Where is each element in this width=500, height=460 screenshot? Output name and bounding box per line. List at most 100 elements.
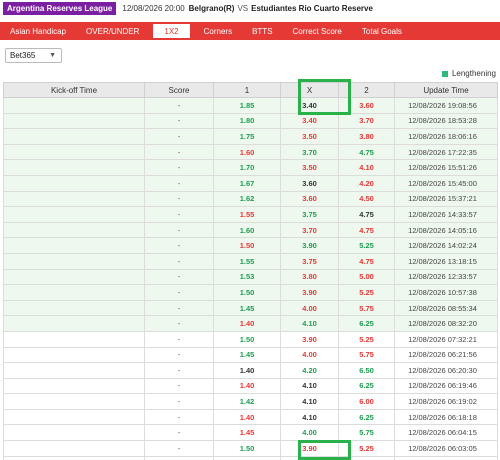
col-header-score: Score xyxy=(144,82,214,98)
home-odds-cell: 1.53 xyxy=(213,268,281,286)
bookmaker-select[interactable]: Bet365 ▼ xyxy=(5,48,62,63)
table-row: -1.404.106.2512/08/2026 05:22:17 xyxy=(3,455,498,460)
update-time-cell: 12/08/2026 06:20:30 xyxy=(394,362,498,379)
update-time-cell: 12/08/2026 06:18:18 xyxy=(394,408,498,426)
vs-label: VS xyxy=(237,4,249,13)
market-tabs: Asian Handicap OVER/UNDER 1X2 Corners BTTS Co… xyxy=(0,22,500,40)
update-time-cell: 12/08/2026 15:51:26 xyxy=(394,159,498,176)
kickoff-cell xyxy=(3,346,145,364)
score-cell: - xyxy=(144,424,214,442)
kickoff-cell xyxy=(3,377,145,395)
away-team[interactable]: Estudiantes Rio Cuarto Reserve xyxy=(251,4,373,13)
table-row: -1.45 4.00 5.75 12/08/2026 08:55:34 xyxy=(3,299,498,317)
home-team[interactable]: Belgrano(R) xyxy=(189,4,235,13)
table-row: -1.40 4.10 6.25 12/08/2026 06:19:46 xyxy=(3,377,498,395)
draw-odds-cell: 3.70 xyxy=(280,221,339,239)
score-cell: - xyxy=(144,315,214,332)
home-odds-cell: 1.60 xyxy=(213,221,281,239)
draw-odds-cell: 4.10 xyxy=(280,408,339,426)
table-row: -1.70 3.50 4.10 12/08/2026 15:51:26 xyxy=(3,159,498,176)
draw-odds-cell: 4.10 xyxy=(280,455,339,460)
kickoff-cell xyxy=(3,237,145,254)
kickoff-cell xyxy=(3,299,145,317)
home-odds-cell: 1.50 xyxy=(213,330,281,348)
score-cell: - xyxy=(144,346,214,364)
kickoff-cell xyxy=(3,128,145,145)
update-time-cell: 12/08/2026 18:53:28 xyxy=(394,112,498,130)
tab-over-under[interactable]: OVER/UNDER xyxy=(76,22,149,40)
kickoff-cell xyxy=(3,221,145,239)
tab-asian-handicap[interactable]: Asian Handicap xyxy=(0,22,76,40)
away-odds-cell: 5.75 xyxy=(338,299,395,317)
table-row: -1.50 3.90 5.25 12/08/2026 07:32:21 xyxy=(3,330,498,348)
home-odds-cell: 1.60 xyxy=(213,143,281,161)
update-time-cell: 12/08/2026 12:33:57 xyxy=(394,268,498,286)
update-time-cell: 12/08/2026 06:04:15 xyxy=(394,424,498,442)
draw-odds-cell: 3.60 xyxy=(280,190,339,208)
score-cell: - xyxy=(144,330,214,348)
col-header-away: 2 xyxy=(338,82,395,98)
kickoff-cell xyxy=(3,190,145,208)
tab-btts[interactable]: BTTS xyxy=(242,22,282,40)
draw-odds-cell: 4.20 xyxy=(280,362,339,379)
bookmaker-select-value: Bet365 xyxy=(10,51,36,60)
update-time-cell: 12/08/2026 19:08:56 xyxy=(394,97,498,114)
table-row: -1.40 4.10 6.25 12/08/2026 06:18:18 xyxy=(3,408,498,426)
away-odds-cell: 3.80 xyxy=(338,128,395,145)
table-header-row: Kick-off Time Score 1 X 2 Update Time xyxy=(3,82,498,98)
kickoff-cell xyxy=(3,174,145,192)
draw-odds-cell: 4.10 xyxy=(280,315,339,332)
update-time-cell: 12/08/2026 14:33:57 xyxy=(394,206,498,223)
tab-correct-score[interactable]: Correct Score xyxy=(283,22,352,40)
kickoff-cell xyxy=(3,112,145,130)
table-row: -1.45 4.00 5.75 12/08/2026 06:04:15 xyxy=(3,424,498,442)
table-row: -1.80 3.40 3.70 12/08/2026 18:53:28 xyxy=(3,112,498,130)
table-row: -1.50 3.90 5.25 12/08/2026 14:02:24 xyxy=(3,237,498,254)
table-row: -1.85 3.40 3.60 12/08/2026 19:08:56 xyxy=(3,97,498,114)
league-badge[interactable]: Argentina Reserves League xyxy=(3,2,117,15)
home-odds-cell: 1.40 xyxy=(213,315,281,332)
table-row: -1.40 4.20 6.50 12/08/2026 06:20:30 xyxy=(3,362,498,379)
table-row: -1.55 3.75 4.75 12/08/2026 14:33:57 xyxy=(3,206,498,223)
table-row: -1.60 3.70 4.75 12/08/2026 17:22:35 xyxy=(3,143,498,161)
update-time-cell: 12/08/2026 10:57:38 xyxy=(394,284,498,301)
table-row: -1.50 3.90 5.25 12/08/2026 06:03:05 xyxy=(3,440,498,457)
update-time-cell: 12/08/2026 06:19:02 xyxy=(394,393,498,410)
home-odds-cell: 1.40 xyxy=(213,377,281,395)
draw-odds-cell: 3.40 xyxy=(280,112,339,130)
draw-odds-cell: 4.00 xyxy=(280,299,339,317)
table-row: -1.62 3.60 4.50 12/08/2026 15:37:21 xyxy=(3,190,498,208)
away-odds-cell: 5.00 xyxy=(338,268,395,286)
away-odds-cell: 6.50 xyxy=(338,362,395,379)
score-cell: - xyxy=(144,362,214,379)
update-time-cell: 12/08/2026 18:06:16 xyxy=(394,128,498,145)
away-odds-cell: 4.75 xyxy=(338,143,395,161)
kickoff-cell xyxy=(3,252,145,270)
away-odds-cell: 6.25 xyxy=(338,408,395,426)
col-header-draw: X xyxy=(280,82,339,98)
draw-odds-cell: 3.80 xyxy=(280,268,339,286)
draw-odds-cell: 3.90 xyxy=(280,237,339,254)
score-cell: - xyxy=(144,143,214,161)
table-row: -1.40 4.10 6.25 12/08/2026 08:32:20 xyxy=(3,315,498,332)
away-odds-cell: 4.50 xyxy=(338,190,395,208)
home-odds-cell: 1.70 xyxy=(213,159,281,176)
home-odds-cell: 1.80 xyxy=(213,112,281,130)
away-odds-cell: 3.70 xyxy=(338,112,395,130)
score-cell: - xyxy=(144,159,214,176)
tab-total-goals[interactable]: Total Goals xyxy=(352,22,412,40)
kickoff-cell xyxy=(3,330,145,348)
score-cell: - xyxy=(144,299,214,317)
tab-corners[interactable]: Corners xyxy=(194,22,242,40)
score-cell: - xyxy=(144,252,214,270)
home-odds-cell: 1.42 xyxy=(213,393,281,410)
tab-1x2[interactable]: 1X2 xyxy=(153,24,190,38)
home-odds-cell: 1.62 xyxy=(213,190,281,208)
table-row: -1.45 4.00 5.75 12/08/2026 06:21:56 xyxy=(3,346,498,364)
col-header-update-time: Update Time xyxy=(394,82,498,98)
away-odds-cell: 4.75 xyxy=(338,221,395,239)
update-time-cell: 12/08/2026 15:37:21 xyxy=(394,190,498,208)
draw-odds-cell: 4.10 xyxy=(280,393,339,410)
kickoff-cell xyxy=(3,408,145,426)
home-odds-cell: 1.40 xyxy=(213,362,281,379)
